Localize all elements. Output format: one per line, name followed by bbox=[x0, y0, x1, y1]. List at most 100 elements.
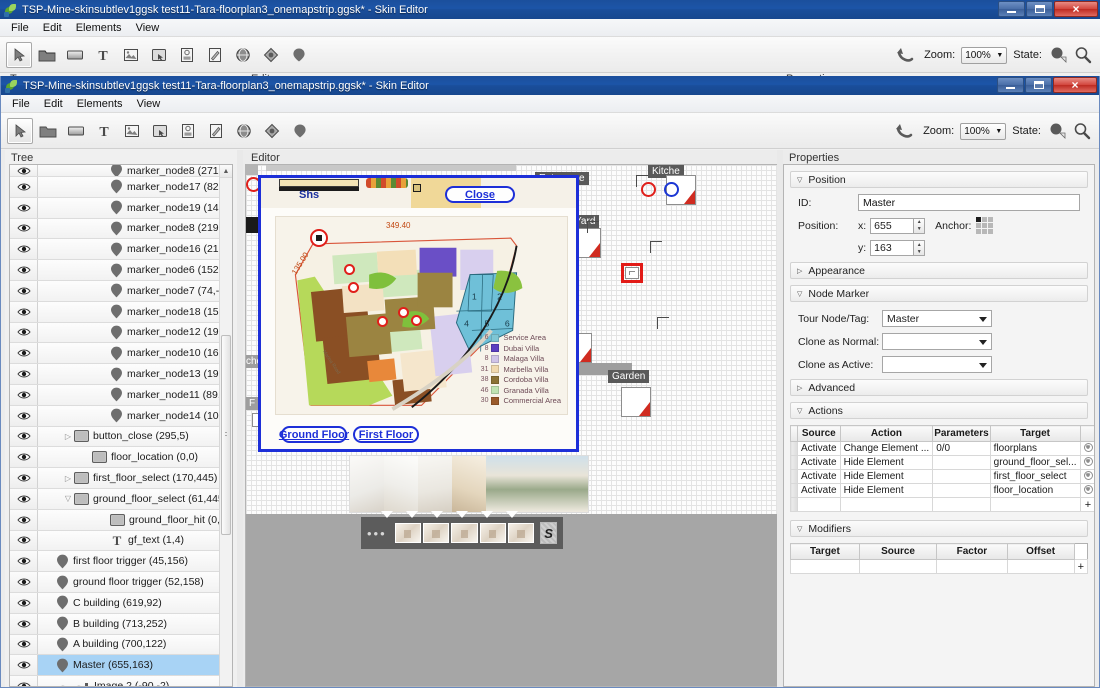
add-row-button[interactable]: + bbox=[1079, 497, 1094, 512]
select-tool-button[interactable] bbox=[6, 41, 32, 68]
visibility-toggle[interactable] bbox=[10, 634, 38, 655]
eye-visibility-icon[interactable] bbox=[16, 265, 31, 275]
ground-floor-button[interactable]: Ground Floor bbox=[279, 426, 349, 443]
row-drag-handle[interactable] bbox=[790, 455, 798, 470]
x-spinner[interactable]: 655 ▲ ▼ bbox=[870, 217, 926, 234]
toolbar-right-background[interactable]: Zoom: 100% ▼ State: bbox=[894, 37, 1092, 73]
chevron-right-icon[interactable]: ▷ bbox=[797, 267, 802, 275]
pen-page-tool-button[interactable] bbox=[202, 42, 228, 68]
empty-cell[interactable] bbox=[932, 497, 991, 512]
cell-target[interactable]: floor_location bbox=[989, 483, 1081, 498]
tree-row-body[interactable]: marker_node13 (197,72) bbox=[38, 364, 219, 384]
section-modifiers[interactable]: ▽ Modifiers bbox=[790, 520, 1088, 537]
delete-row-button[interactable] bbox=[1079, 469, 1094, 484]
floorplan-map[interactable]: 1 2 4 5 6 Marina Road 349.40 135.00 6 Se… bbox=[275, 216, 568, 415]
table-row[interactable]: marker_node8 (271,4,527) bbox=[10, 165, 219, 177]
tree-row-body[interactable]: marker_node10 (162,243) bbox=[38, 343, 219, 363]
eye-visibility-icon[interactable] bbox=[16, 515, 31, 525]
eye-visibility-icon[interactable] bbox=[16, 473, 31, 483]
cell-target[interactable]: first_floor_select bbox=[989, 469, 1081, 484]
tree-row-body[interactable]: B building (713,252) bbox=[38, 614, 219, 634]
row-drag-handle[interactable] bbox=[790, 469, 798, 484]
anchor-cell[interactable] bbox=[976, 229, 982, 234]
eye-visibility-icon[interactable] bbox=[16, 223, 31, 233]
tree-row-body[interactable]: marker_node18 (156,-151) bbox=[38, 302, 219, 322]
node-marker-dot[interactable] bbox=[398, 307, 409, 318]
table-row[interactable]: C building (619,92) bbox=[10, 592, 219, 614]
table-row[interactable]: Activate Change Element ... 0/0 floorplans bbox=[790, 441, 1094, 456]
scroll-up-arrow-icon[interactable]: ▲ bbox=[220, 165, 232, 178]
selected-element-box[interactable] bbox=[621, 263, 643, 283]
tree-row-body[interactable]: Image 2 (-90,-2) bbox=[38, 676, 219, 686]
anchor-cell[interactable] bbox=[982, 229, 988, 234]
text-tool-button-main[interactable]: T bbox=[91, 118, 117, 144]
column-header[interactable]: Action bbox=[839, 425, 934, 442]
visibility-toggle[interactable] bbox=[10, 655, 38, 676]
visibility-toggle[interactable] bbox=[10, 165, 38, 176]
anchor-grid[interactable] bbox=[976, 217, 994, 234]
eye-visibility-icon[interactable] bbox=[16, 166, 31, 176]
button-tool-button-main[interactable] bbox=[147, 118, 173, 144]
visibility-toggle[interactable] bbox=[10, 592, 38, 613]
eye-visibility-icon[interactable] bbox=[16, 619, 31, 629]
section-position[interactable]: ▽ Position bbox=[790, 171, 1088, 188]
tree-row-body[interactable]: marker_node12 (197,122) bbox=[38, 323, 219, 343]
id-input[interactable]: Master bbox=[858, 194, 1080, 211]
tree-row-body[interactable]: marker_node7 (74,-310) bbox=[38, 281, 219, 301]
undo-arrow-icon-main[interactable] bbox=[893, 120, 917, 142]
visibility-toggle[interactable] bbox=[10, 426, 38, 447]
tour-node-select[interactable]: Master bbox=[882, 310, 992, 327]
visibility-toggle[interactable] bbox=[10, 239, 38, 260]
anchor-cell[interactable] bbox=[988, 229, 994, 234]
column-header[interactable]: Source bbox=[858, 543, 938, 560]
node-marker-tool-button-main[interactable] bbox=[287, 118, 313, 144]
empty-cell[interactable] bbox=[1006, 559, 1075, 574]
cell-action[interactable]: Hide Element bbox=[839, 455, 934, 470]
y-input[interactable]: 163 bbox=[870, 240, 915, 256]
anchor-cell[interactable] bbox=[988, 217, 994, 222]
table-row[interactable]: marker_node17 (82,-152) bbox=[10, 177, 219, 198]
eye-visibility-icon[interactable] bbox=[16, 390, 31, 400]
eye-visibility-icon[interactable] bbox=[16, 681, 31, 686]
maximize-button[interactable] bbox=[1026, 1, 1053, 17]
scrollbar-thumb[interactable] bbox=[221, 335, 231, 535]
select-tool-button-main[interactable] bbox=[7, 117, 33, 144]
image-tool-button-main[interactable] bbox=[119, 118, 145, 144]
globe-tool-button[interactable] bbox=[230, 42, 256, 68]
table-row[interactable]: Activate Hide Element first_floor_select bbox=[790, 469, 1094, 484]
eye-visibility-icon[interactable] bbox=[16, 182, 31, 192]
thumbnail-strip[interactable]: ••• S bbox=[361, 517, 563, 549]
text-tool-button[interactable]: T bbox=[90, 42, 116, 68]
cell-parameters[interactable] bbox=[932, 469, 991, 484]
strip-more-dots[interactable]: ••• bbox=[367, 527, 387, 540]
column-header[interactable]: Offset bbox=[1006, 543, 1075, 560]
visibility-toggle[interactable] bbox=[10, 468, 38, 488]
visibility-toggle[interactable] bbox=[10, 613, 38, 634]
column-header[interactable]: Source bbox=[797, 425, 841, 442]
delete-row-button[interactable] bbox=[1079, 441, 1094, 456]
table-row[interactable]: Activate Hide Element ground_floor_sel... bbox=[790, 455, 1094, 470]
toolbar-right[interactable]: Zoom: 100% ▼ State: bbox=[893, 113, 1091, 149]
tree-row-body[interactable]: marker_node17 (82,-152) bbox=[38, 177, 219, 197]
empty-cell[interactable] bbox=[858, 559, 938, 574]
eye-visibility-icon[interactable] bbox=[16, 203, 31, 213]
x-input[interactable]: 655 bbox=[870, 217, 915, 234]
table-row[interactable]: B building (713,252) bbox=[10, 613, 219, 635]
node-marker-tool-button[interactable] bbox=[286, 42, 312, 68]
cell-source[interactable]: Activate bbox=[797, 469, 841, 484]
visibility-toggle[interactable] bbox=[10, 322, 38, 343]
modifiers-table[interactable]: Target Source Factor Offset + bbox=[790, 543, 1089, 574]
add-row-button[interactable]: + bbox=[1073, 559, 1089, 574]
row-drag-handle[interactable] bbox=[790, 483, 798, 498]
menu-edit-main[interactable]: Edit bbox=[37, 96, 70, 112]
eye-visibility-icon[interactable] bbox=[16, 494, 31, 504]
tree-list[interactable]: marker_node8 (271,4,527) marker_node17 (8… bbox=[10, 165, 219, 686]
table-row[interactable]: marker_node13 (197,72) bbox=[10, 364, 219, 385]
empty-cell[interactable] bbox=[936, 559, 1008, 574]
section-actions[interactable]: ▽ Actions bbox=[790, 402, 1088, 419]
marker-ring-red[interactable] bbox=[641, 182, 656, 197]
tree-row-body[interactable]: marker_node16 (215,-237) bbox=[38, 239, 219, 259]
minimize-button-main[interactable] bbox=[997, 77, 1024, 93]
table-row[interactable]: ground floor trigger (52,158) bbox=[10, 572, 219, 593]
zoom-combo-main[interactable]: 100% ▼ bbox=[960, 122, 1007, 140]
